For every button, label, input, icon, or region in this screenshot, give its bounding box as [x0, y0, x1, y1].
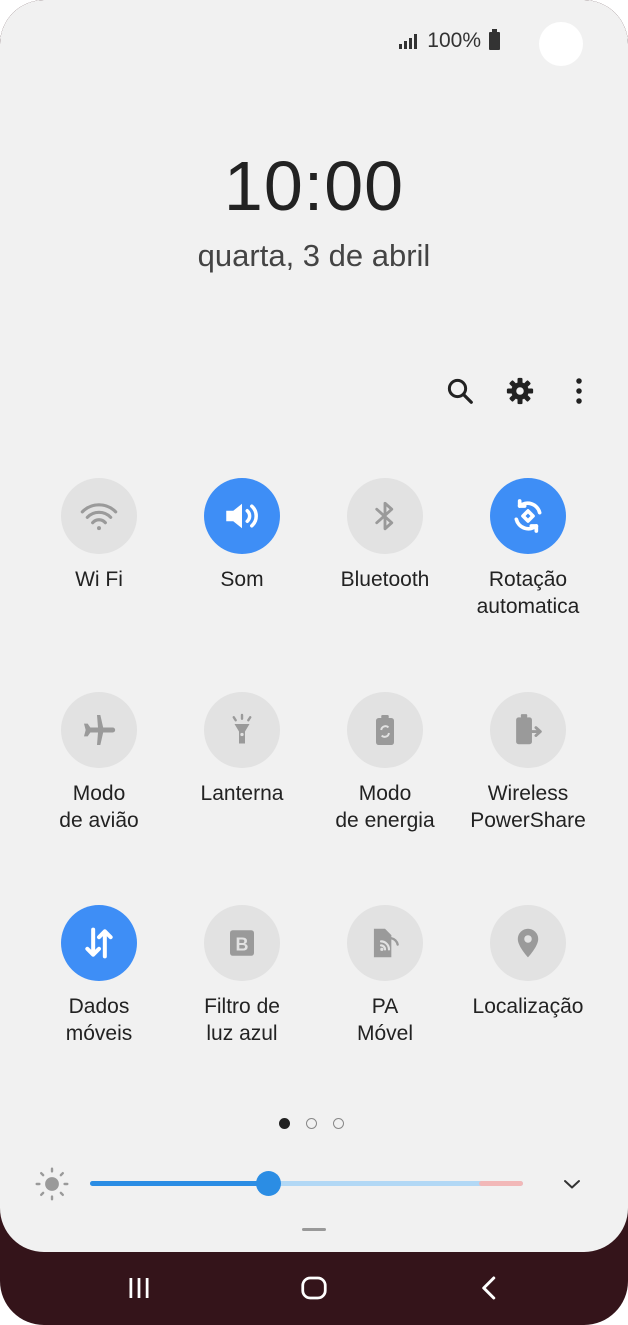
battery-percent: 100%: [427, 29, 481, 52]
power-mode-icon: [347, 692, 423, 768]
tile-airplane-mode[interactable]: Modo de avião: [34, 692, 164, 834]
tile-label: Wi Fi: [75, 568, 123, 591]
tile-blue-light-filter[interactable]: B Filtro de luz azul: [177, 905, 307, 1047]
clock-date: quarta, 3 de abril: [197, 238, 431, 273]
auto-rotate-icon: [490, 478, 566, 554]
tile-location[interactable]: Localização: [463, 905, 593, 1020]
quick-settings-panel: 100% 10:00 quarta, 3 de abril Wi Fi Som: [0, 0, 628, 1252]
location-icon: [490, 905, 566, 981]
tile-label: Localização: [472, 995, 584, 1018]
slider-high-zone: [479, 1181, 523, 1186]
tile-wifi[interactable]: Wi Fi: [34, 478, 164, 593]
tile-power-mode[interactable]: Modo de energia: [320, 692, 450, 834]
page-dot[interactable]: [306, 1118, 317, 1129]
more-vert-icon[interactable]: [562, 374, 596, 408]
gear-icon[interactable]: [503, 374, 537, 408]
svg-text:B: B: [236, 935, 249, 955]
tile-label: Som: [220, 568, 264, 591]
tile-bluetooth[interactable]: Bluetooth: [320, 478, 450, 593]
avatar[interactable]: [539, 22, 583, 66]
tile-label: Bluetooth: [340, 568, 430, 591]
airplane-icon: [61, 692, 137, 768]
wifi-icon: [61, 478, 137, 554]
back-icon[interactable]: [470, 1270, 510, 1306]
search-icon[interactable]: [443, 374, 477, 408]
page-indicator: [279, 1118, 344, 1129]
recents-icon[interactable]: [119, 1270, 159, 1306]
mobile-data-icon: [61, 905, 137, 981]
tile-sound[interactable]: Som: [177, 478, 307, 593]
volume-icon: [204, 478, 280, 554]
signal-icon: [399, 33, 418, 49]
tile-label: Dados móveis: [65, 995, 133, 1045]
tile-label: Modo de energia: [335, 782, 435, 832]
status-bar: 100%: [399, 28, 500, 54]
tile-flashlight[interactable]: Lanterna: [177, 692, 307, 807]
tile-label: Filtro de luz azul: [204, 995, 280, 1045]
blue-light-filter-icon: B: [204, 905, 280, 981]
chevron-down-icon[interactable]: [560, 1172, 584, 1196]
tile-label: PA Móvel: [356, 995, 414, 1045]
page-dot[interactable]: [333, 1118, 344, 1129]
flashlight-icon: [204, 692, 280, 768]
home-icon[interactable]: [294, 1270, 334, 1306]
brightness-icon: [34, 1166, 70, 1202]
battery-icon: [489, 29, 500, 50]
tile-mobile-hotspot[interactable]: PA Móvel: [320, 905, 450, 1047]
mobile-hotspot-icon: [347, 905, 423, 981]
slider-thumb[interactable]: [256, 1171, 281, 1196]
panel-drag-handle[interactable]: [302, 1228, 326, 1231]
tile-auto-rotate[interactable]: Rotação automatica: [463, 478, 593, 620]
phone-frame: 100% 10:00 quarta, 3 de abril Wi Fi Som: [0, 0, 628, 1325]
tile-label: Wireless PowerShare: [470, 782, 586, 832]
bluetooth-icon: [347, 478, 423, 554]
tile-wireless-powershare[interactable]: Wireless PowerShare: [463, 692, 593, 834]
tile-mobile-data[interactable]: Dados móveis: [34, 905, 164, 1047]
page-dot[interactable]: [279, 1118, 290, 1129]
navigation-bar: [0, 1252, 628, 1325]
clock-time: 10:00: [223, 147, 405, 225]
tile-label: Lanterna: [200, 782, 284, 805]
slider-fill: [90, 1181, 268, 1186]
brightness-slider[interactable]: [90, 1171, 523, 1196]
tile-label: Modo de avião: [59, 782, 139, 832]
tile-label: Rotação automatica: [476, 568, 580, 618]
wireless-powershare-icon: [490, 692, 566, 768]
